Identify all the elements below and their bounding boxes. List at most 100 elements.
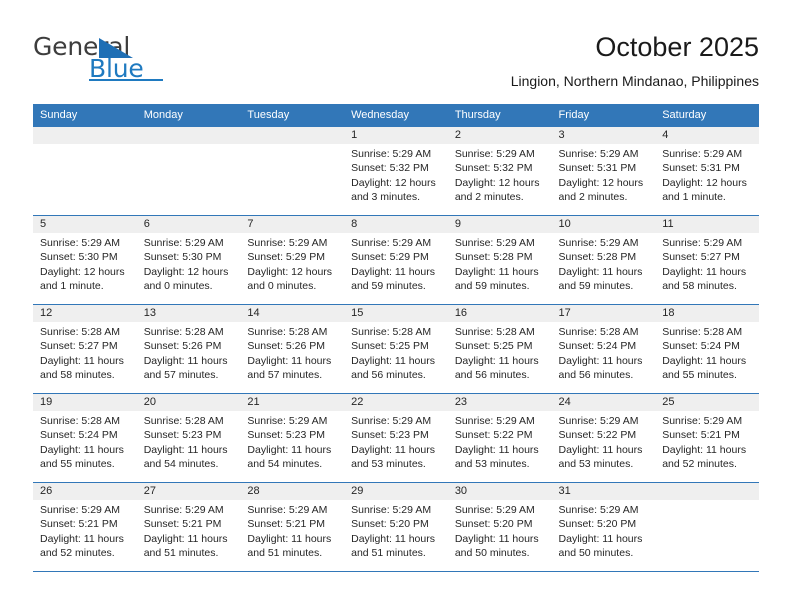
daylight-text: Daylight: 11 hours: [454, 443, 539, 456]
sunset-text: Sunset: 5:25 PM: [454, 340, 533, 353]
day-cell-inner: 27 Sunrise: 5:29 AM Sunset: 5:21 PM Dayligh…: [136, 483, 241, 571]
sunset-text: Sunset: 5:20 PM: [558, 518, 637, 531]
day-number: 24: [551, 394, 656, 411]
calendar-table: Sunday Monday Tuesday Wednesday Thursday Frid…: [33, 104, 759, 572]
day-number: 15: [344, 305, 448, 322]
calendar-day-cell[interactable]: 18 Sunrise: 5:28 AM Sunset: 5:24 PM Dayligh…: [655, 304, 759, 394]
calendar-day-cell[interactable]: 16 Sunrise: 5:28 AM Sunset: 5:25 PM Dayligh…: [447, 304, 552, 394]
calendar-day-cell[interactable]: 17 Sunrise: 5:28 AM Sunset: 5:24 PM Dayligh…: [551, 304, 656, 394]
calendar-day-cell[interactable]: 14 Sunrise: 5:28 AM Sunset: 5:26 PM Dayligh…: [240, 304, 345, 394]
calendar-day-cell[interactable]: 26 Sunrise: 5:29 AM Sunset: 5:21 PM Dayligh…: [33, 482, 137, 572]
sunset-text: Sunset: 5:28 PM: [558, 251, 637, 264]
daylight-text: and 53 minutes.: [454, 457, 530, 470]
calendar-day-cell[interactable]: 15 Sunrise: 5:28 AM Sunset: 5:25 PM Dayligh…: [344, 304, 448, 394]
day-cell-inner: 22 Sunrise: 5:29 AM Sunset: 5:23 PM Dayligh…: [344, 394, 448, 482]
calendar-day-cell[interactable]: 25 Sunrise: 5:29 AM Sunset: 5:21 PM Dayligh…: [655, 393, 759, 483]
day-number: 18: [655, 305, 759, 322]
calendar-day-cell[interactable]: 3 Sunrise: 5:29 AM Sunset: 5:31 PM Daylight…: [551, 126, 656, 216]
calendar-day-cell[interactable]: 2 Sunrise: 5:29 AM Sunset: 5:32 PM Daylight…: [447, 126, 552, 216]
day-cell-details: Sunrise: 5:29 AM Sunset: 5:30 PM Daylight:…: [33, 233, 137, 293]
daylight-text: and 51 minutes.: [351, 546, 426, 559]
calendar-day-cell[interactable]: 19 Sunrise: 5:28 AM Sunset: 5:24 PM Dayligh…: [33, 393, 137, 483]
sunrise-text: Sunrise: 5:29 AM: [454, 415, 535, 427]
sunrise-text: Sunrise: 5:28 AM: [558, 326, 639, 338]
sunset-text: Sunset: 5:30 PM: [40, 251, 118, 264]
day-cell-details: Sunrise: 5:29 AM Sunset: 5:22 PM Daylight:…: [448, 411, 552, 471]
calendar-day-cell[interactable]: 9 Sunrise: 5:29 AM Sunset: 5:28 PM Daylight…: [447, 215, 552, 305]
calendar-day-cell[interactable]: 12 Sunrise: 5:28 AM Sunset: 5:27 PM Dayligh…: [33, 304, 137, 394]
day-cell-inner: [136, 127, 241, 215]
day-cell-inner: 18 Sunrise: 5:28 AM Sunset: 5:24 PM Dayligh…: [655, 305, 759, 393]
day-number: [655, 483, 759, 500]
calendar-day-cell[interactable]: 30 Sunrise: 5:29 AM Sunset: 5:20 PM Dayligh…: [447, 482, 552, 572]
daylight-text: Daylight: 11 hours: [143, 354, 228, 367]
sunset-text: Sunset: 5:21 PM: [40, 518, 118, 531]
sunrise-text: Sunrise: 5:29 AM: [558, 415, 639, 427]
day-cell-details: Sunrise: 5:29 AM Sunset: 5:28 PM Daylight:…: [448, 233, 552, 293]
sunset-text: Sunset: 5:27 PM: [662, 251, 740, 264]
daylight-text: and 50 minutes.: [454, 546, 530, 559]
daylight-text: Daylight: 11 hours: [558, 443, 643, 456]
day-cell-inner: 5 Sunrise: 5:29 AM Sunset: 5:30 PM Daylight…: [33, 216, 137, 304]
day-number: 6: [136, 216, 241, 233]
daylight-text: and 52 minutes.: [662, 457, 737, 470]
calendar-day-cell[interactable]: 28 Sunrise: 5:29 AM Sunset: 5:21 PM Dayligh…: [240, 482, 345, 572]
calendar-day-cell[interactable]: 10 Sunrise: 5:29 AM Sunset: 5:28 PM Dayligh…: [551, 215, 656, 305]
calendar-day-cell[interactable]: 23 Sunrise: 5:29 AM Sunset: 5:22 PM Dayligh…: [447, 393, 552, 483]
calendar-day-cell[interactable]: 31 Sunrise: 5:29 AM Sunset: 5:20 PM Dayligh…: [551, 482, 656, 572]
day-number: 19: [33, 394, 137, 411]
day-cell-inner: 12 Sunrise: 5:28 AM Sunset: 5:27 PM Dayligh…: [33, 305, 137, 393]
daylight-text: and 56 minutes.: [558, 368, 634, 381]
day-cell-details: Sunrise: 5:29 AM Sunset: 5:22 PM Daylight:…: [552, 411, 656, 471]
daylight-text: and 3 minutes.: [351, 190, 420, 203]
sunset-text: Sunset: 5:30 PM: [143, 251, 222, 264]
calendar-day-cell[interactable]: 6 Sunrise: 5:29 AM Sunset: 5:30 PM Daylight…: [136, 215, 241, 305]
calendar-day-cell[interactable]: 27 Sunrise: 5:29 AM Sunset: 5:21 PM Dayligh…: [136, 482, 241, 572]
daylight-text: Daylight: 11 hours: [247, 443, 332, 456]
calendar-day-cell[interactable]: 13 Sunrise: 5:28 AM Sunset: 5:26 PM Dayligh…: [136, 304, 241, 394]
calendar-day-cell[interactable]: 22 Sunrise: 5:29 AM Sunset: 5:23 PM Dayligh…: [344, 393, 448, 483]
calendar-day-cell[interactable]: 29 Sunrise: 5:29 AM Sunset: 5:20 PM Dayligh…: [344, 482, 448, 572]
calendar-day-cell[interactable]: 4 Sunrise: 5:29 AM Sunset: 5:31 PM Daylight…: [655, 126, 759, 216]
weekday-header-wednesday: Wednesday: [344, 104, 448, 127]
calendar-day-cell[interactable]: 8 Sunrise: 5:29 AM Sunset: 5:29 PM Daylight…: [344, 215, 448, 305]
day-cell-details: Sunrise: 5:28 AM Sunset: 5:26 PM Daylight:…: [240, 322, 344, 382]
sunset-text: Sunset: 5:29 PM: [351, 251, 429, 264]
day-cell-inner: 10 Sunrise: 5:29 AM Sunset: 5:28 PM Dayligh…: [551, 216, 656, 304]
day-number: 25: [655, 394, 759, 411]
day-cell-details: Sunrise: 5:29 AM Sunset: 5:28 PM Daylight:…: [552, 233, 656, 293]
day-cell-details: Sunrise: 5:29 AM Sunset: 5:21 PM Daylight:…: [137, 500, 241, 560]
daylight-text: and 1 minute.: [662, 190, 726, 203]
daylight-text: and 57 minutes.: [143, 368, 219, 381]
daylight-text: Daylight: 11 hours: [662, 443, 747, 456]
day-number: 1: [344, 127, 448, 144]
daylight-text: and 56 minutes.: [351, 368, 426, 381]
daylight-text: and 52 minutes.: [40, 546, 115, 559]
day-cell-inner: 6 Sunrise: 5:29 AM Sunset: 5:30 PM Daylight…: [136, 216, 241, 304]
daylight-text: and 59 minutes.: [351, 279, 426, 292]
calendar-day-cell[interactable]: 21 Sunrise: 5:29 AM Sunset: 5:23 PM Dayligh…: [240, 393, 345, 483]
calendar-day-cell[interactable]: 20 Sunrise: 5:28 AM Sunset: 5:23 PM Dayligh…: [136, 393, 241, 483]
daylight-text: and 57 minutes.: [247, 368, 323, 381]
calendar-day-cell[interactable]: 11 Sunrise: 5:29 AM Sunset: 5:27 PM Dayligh…: [655, 215, 759, 305]
calendar-day-cell[interactable]: 1 Sunrise: 5:29 AM Sunset: 5:32 PM Daylight…: [344, 126, 448, 216]
day-cell-details: Sunrise: 5:28 AM Sunset: 5:23 PM Daylight:…: [137, 411, 241, 471]
calendar-day-cell[interactable]: 7 Sunrise: 5:29 AM Sunset: 5:29 PM Daylight…: [240, 215, 345, 305]
daylight-text: and 1 minute.: [40, 279, 104, 292]
day-number: 12: [33, 305, 137, 322]
calendar-day-cell[interactable]: 5 Sunrise: 5:29 AM Sunset: 5:30 PM Daylight…: [33, 215, 137, 305]
general-blue-logo[interactable]: General Blue: [33, 30, 233, 88]
daylight-text: and 58 minutes.: [662, 279, 737, 292]
day-cell-inner: 11 Sunrise: 5:29 AM Sunset: 5:27 PM Dayligh…: [655, 216, 759, 304]
sunset-text: Sunset: 5:26 PM: [143, 340, 222, 353]
daylight-text: Daylight: 11 hours: [40, 532, 124, 545]
day-cell-details: Sunrise: 5:29 AM Sunset: 5:32 PM Daylight:…: [448, 144, 552, 204]
sunrise-text: Sunrise: 5:29 AM: [247, 237, 328, 249]
daylight-text: and 0 minutes.: [143, 279, 213, 292]
sunrise-text: Sunrise: 5:29 AM: [143, 237, 224, 249]
calendar-day-cell[interactable]: 24 Sunrise: 5:29 AM Sunset: 5:22 PM Dayligh…: [551, 393, 656, 483]
day-cell-details: Sunrise: 5:28 AM Sunset: 5:24 PM Daylight:…: [33, 411, 137, 471]
sunset-text: Sunset: 5:23 PM: [247, 429, 326, 442]
day-number: 26: [33, 483, 137, 500]
daylight-text: Daylight: 11 hours: [351, 443, 435, 456]
